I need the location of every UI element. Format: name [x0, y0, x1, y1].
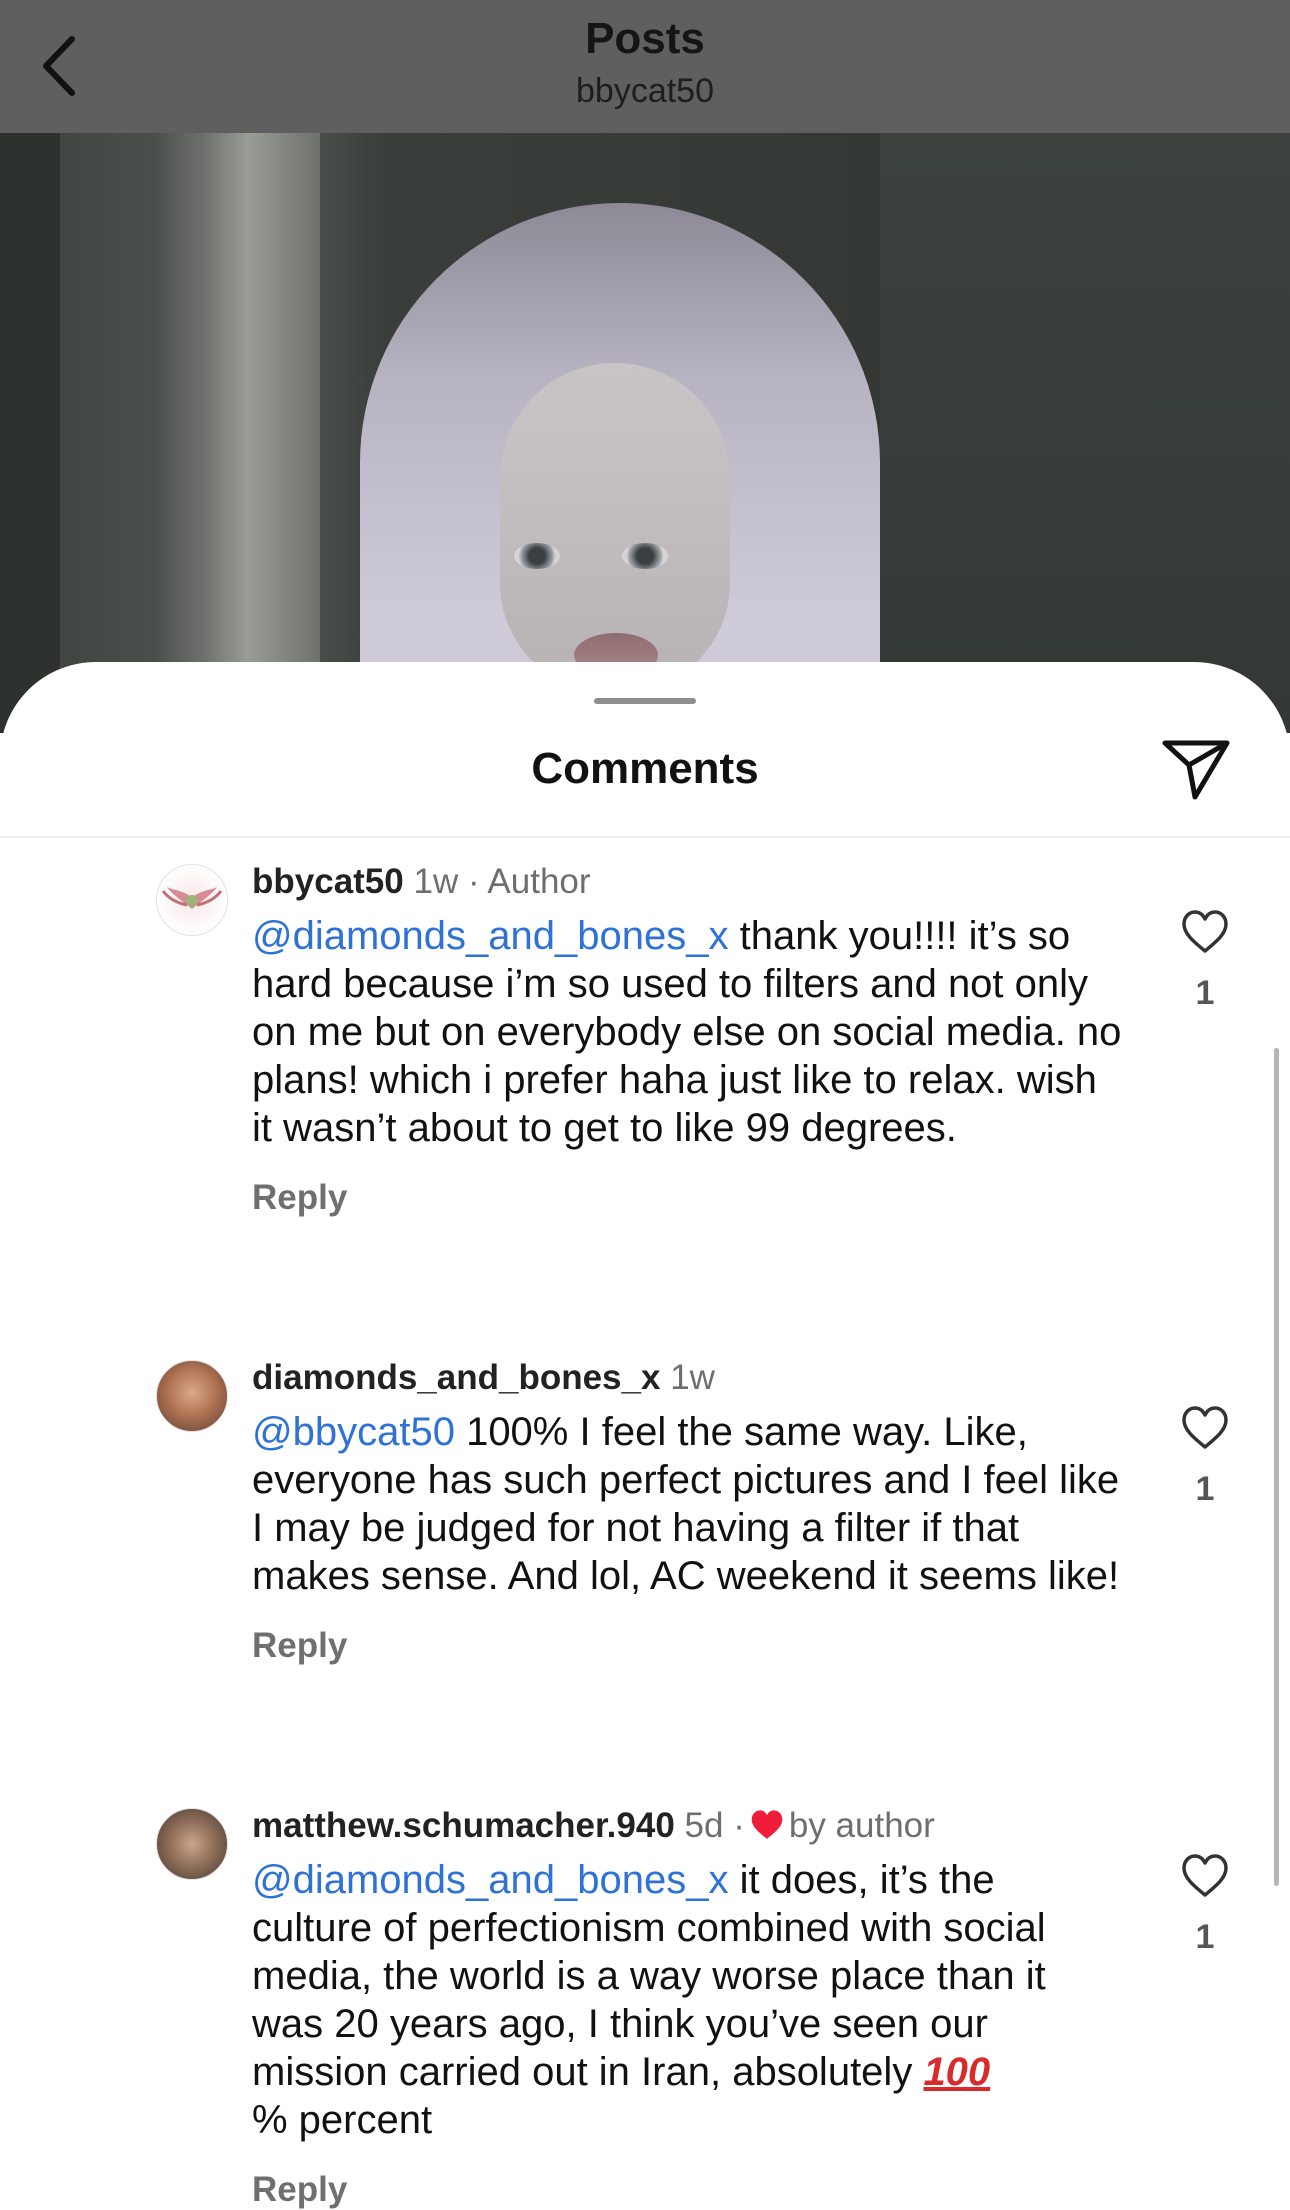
- like-column: 1: [1172, 1398, 1238, 1509]
- sheet-divider: [0, 836, 1290, 838]
- winged-heart-icon: [161, 887, 223, 909]
- scrollbar[interactable]: [1274, 1048, 1279, 1886]
- comment-text: @diamonds_and_bones_x thank you!!!! it’s…: [252, 912, 1122, 1152]
- photo-door-frame: [200, 133, 320, 733]
- sheet-grabber-handle[interactable]: [594, 698, 696, 704]
- like-count: 1: [1195, 1470, 1215, 1508]
- liked-by-author-heart-icon: [751, 1810, 783, 1839]
- liked-by-author-label: by author: [788, 1806, 935, 1845]
- comment-time: 1w: [413, 862, 459, 901]
- post-photo: [0, 133, 1290, 733]
- comment-header: bbycat50 1w · Author: [252, 860, 1122, 904]
- user-photo-avatar[interactable]: [156, 1808, 228, 1880]
- winged-heart-avatar[interactable]: [156, 864, 228, 936]
- photo-background: [0, 133, 60, 733]
- reply-button[interactable]: Reply: [252, 2170, 1122, 2210]
- hundred-points-emoji: 100: [923, 2050, 991, 2094]
- comment-time: 5d: [684, 1806, 724, 1845]
- comment-time: 1w: [670, 1358, 715, 1397]
- photo-eye: [514, 543, 560, 569]
- mention-link[interactable]: @bbycat50: [252, 1410, 455, 1454]
- like-column: 1: [1172, 902, 1238, 1013]
- comment-username[interactable]: bbycat50: [252, 862, 404, 901]
- like-count: 1: [1195, 1918, 1215, 1956]
- comment-header: diamonds_and_bones_x 1w: [252, 1356, 1122, 1400]
- user-photo-avatar[interactable]: [156, 1360, 228, 1432]
- photo-eye: [622, 543, 668, 569]
- comment-body: bbycat50 1w · Author @diamonds_and_bones…: [252, 860, 1122, 1218]
- author-tag: · Author: [467, 862, 591, 901]
- comments-title: Comments: [531, 744, 759, 793]
- page-subtitle: bbycat50: [576, 72, 714, 110]
- comment-username[interactable]: matthew.schumacher.940: [252, 1806, 675, 1845]
- like-column: 1: [1172, 1846, 1238, 1957]
- comment-username[interactable]: diamonds_and_bones_x: [252, 1358, 660, 1397]
- separator-dot: ·: [733, 1806, 745, 1845]
- like-button[interactable]: [1172, 1846, 1238, 1906]
- comment-body: matthew.schumacher.940 5d · by author @d…: [252, 1804, 1122, 2210]
- comment-text: @diamonds_and_bones_x it does, it’s the …: [252, 1856, 1122, 2144]
- reply-button[interactable]: Reply: [252, 1178, 1122, 1218]
- heart-outline-icon: [1182, 1854, 1228, 1897]
- comments-sheet: Comments bbycat50 1w · Author @diamonds_…: [0, 662, 1290, 2209]
- comment-body: diamonds_and_bones_x 1w @bbycat50 100% I…: [252, 1356, 1122, 1666]
- mention-link[interactable]: @diamonds_and_bones_x: [252, 1858, 729, 1902]
- photo-wall: [880, 133, 1290, 733]
- mention-link[interactable]: @diamonds_and_bones_x: [252, 914, 729, 958]
- like-count: 1: [1195, 974, 1215, 1012]
- top-navigation-bar: Posts bbycat50: [0, 0, 1290, 133]
- comment-message-end: % percent: [252, 2098, 433, 2142]
- reply-button[interactable]: Reply: [252, 1626, 1122, 1666]
- heart-outline-icon: [1182, 1406, 1228, 1449]
- like-button[interactable]: [1172, 902, 1238, 962]
- comment-header: matthew.schumacher.940 5d · by author: [252, 1804, 1122, 1848]
- heart-outline-icon: [1182, 910, 1228, 953]
- send-icon: [1162, 740, 1230, 800]
- like-button[interactable]: [1172, 1398, 1238, 1458]
- page-title: Posts: [585, 14, 705, 63]
- share-button[interactable]: [1158, 734, 1234, 804]
- comment-text: @bbycat50 100% I feel the same way. Like…: [252, 1408, 1122, 1600]
